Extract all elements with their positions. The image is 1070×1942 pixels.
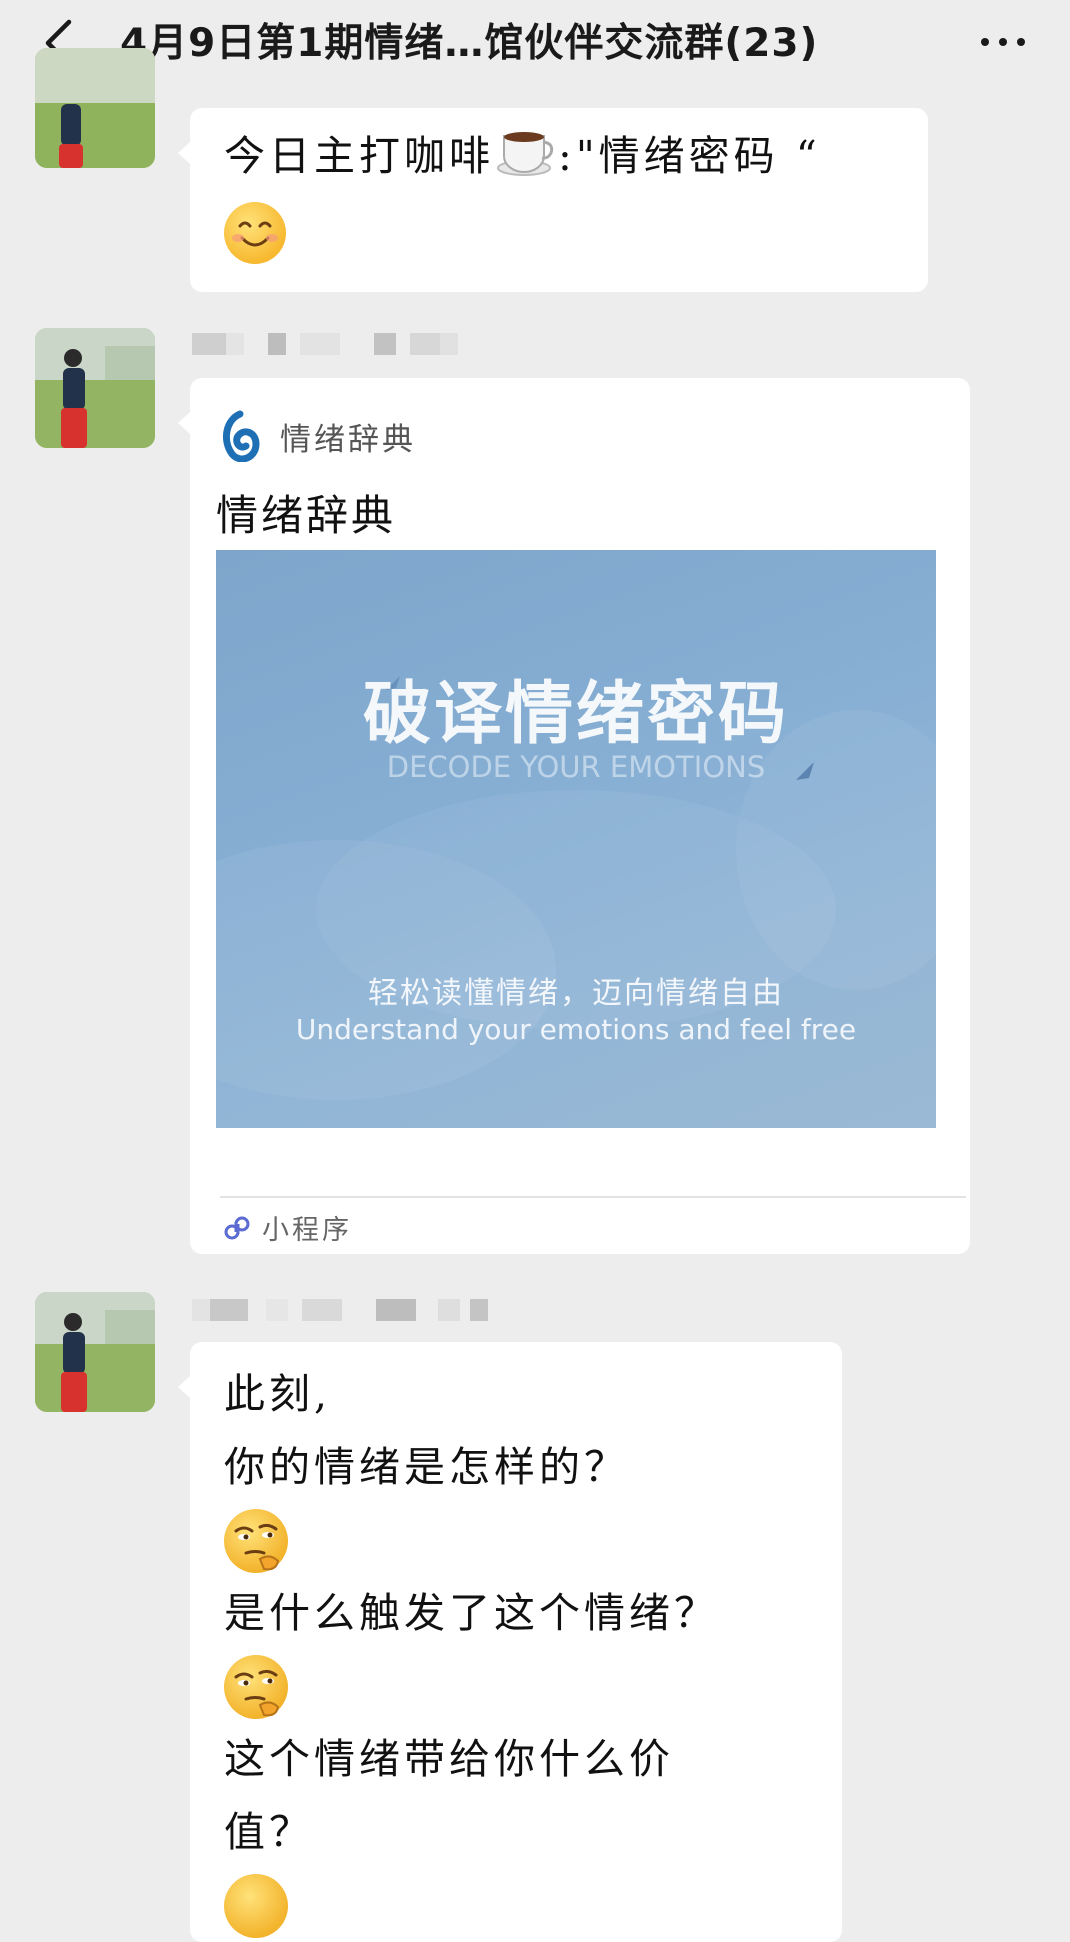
sender-name-blurred (192, 324, 458, 364)
chat-title: 4月9日第1期情绪…馆伙伴交流群(23) (120, 21, 819, 66)
smile-emoji-icon (224, 202, 286, 264)
more-dot-icon (999, 38, 1007, 46)
sender-name-blurred (192, 1290, 488, 1330)
message-bubble[interactable]: 此刻, 你的情绪是怎样的？ 是什么触发了这个情绪？ 这个情绪带给你什么价 值？ (178, 1342, 842, 1942)
mini-program-icon (222, 1213, 252, 1243)
cover-headline: 破译情绪密码 (362, 675, 789, 754)
thinking-emoji-icon (224, 1873, 288, 1938)
avatar[interactable] (35, 1292, 155, 1412)
thinking-emoji-icon (224, 1508, 288, 1573)
avatar-image (35, 48, 155, 168)
mini-program-brand-name: 情绪辞典 (280, 421, 416, 458)
message-line: 此刻, (224, 1370, 332, 1418)
chat-header: 4月9日第1期情绪…馆伙伴交流群(23) (0, 0, 1070, 92)
message-line: 这个情绪带给你什么价 (224, 1735, 674, 1783)
avatar[interactable] (35, 48, 155, 168)
brand-logo-icon (220, 410, 260, 463)
mini-program-label: 小程序 (262, 1215, 352, 1246)
avatar[interactable] (35, 328, 155, 448)
cover-tagline-cn: 轻松读懂情绪，迈向情绪自由 (368, 976, 784, 1011)
message-bubble[interactable]: 今日主打咖啡 :"情绪密码 “ (178, 108, 928, 292)
mini-program-cover[interactable]: 破译情绪密码 DECODE YOUR EMOTIONS 轻松读懂情绪，迈向情绪自… (216, 550, 936, 1128)
more-dot-icon (1017, 38, 1025, 46)
mini-program-title: 情绪辞典 (216, 491, 397, 540)
message-line: 值？ (224, 1808, 314, 1856)
message-line: 是什么触发了这个情绪？ (224, 1589, 719, 1637)
coffee-emoji-icon (496, 120, 556, 199)
message-line: 你的情绪是怎样的？ (224, 1443, 629, 1491)
message-text: 今日主打咖啡 (224, 132, 494, 180)
message-text-suffix: :"情绪密码 “ (558, 132, 821, 180)
mini-program-card[interactable]: 情绪辞典 情绪辞典 破译情绪密码 DECODE YOUR EMOTIONS 轻松… (178, 378, 970, 1254)
thinking-emoji-icon (224, 1654, 288, 1719)
more-options-button[interactable] (965, 14, 1041, 70)
cover-headline-en: DECODE YOUR EMOTIONS (386, 750, 766, 784)
more-dot-icon (981, 38, 989, 46)
avatar-image (35, 328, 155, 448)
card-divider (220, 1196, 966, 1198)
avatar-image (35, 1292, 155, 1412)
cover-tagline-en: Understand your emotions and feel free (295, 1013, 857, 1046)
